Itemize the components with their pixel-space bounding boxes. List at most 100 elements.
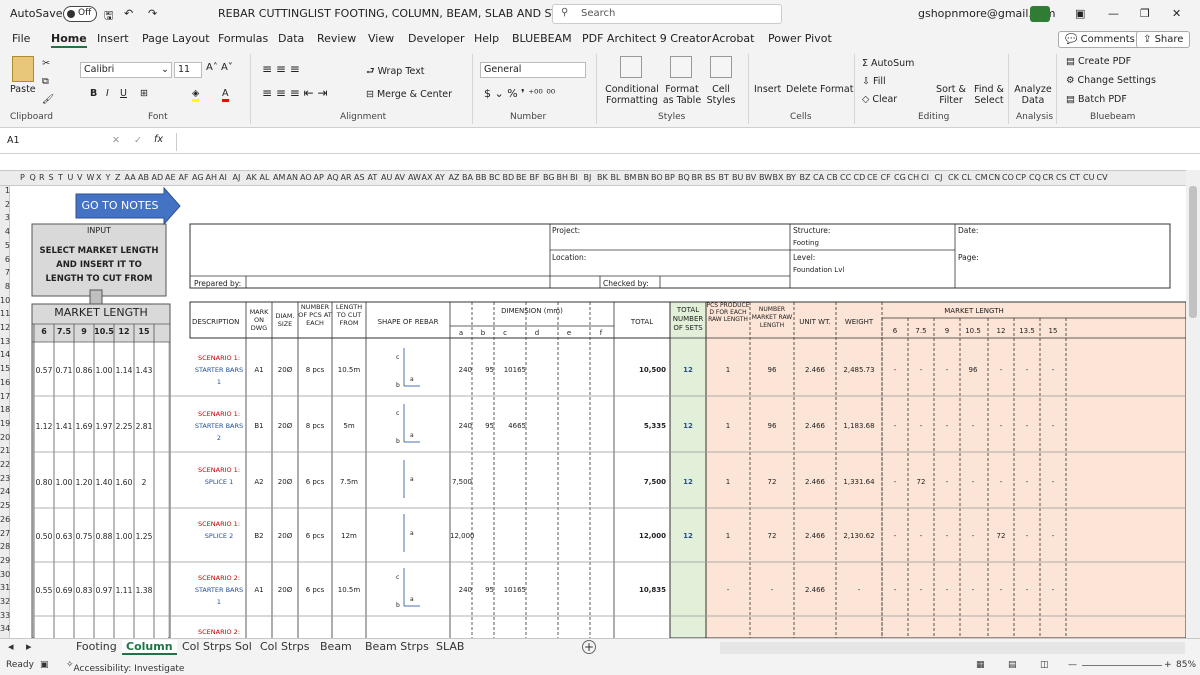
insert-cells-button[interactable]: Insert [754, 84, 781, 95]
sheet-tab-beam[interactable]: Beam [320, 640, 352, 653]
column-header[interactable]: AH [206, 173, 218, 182]
tab-home[interactable]: Home [51, 32, 87, 48]
column-header[interactable]: BQ [678, 173, 690, 182]
column-header[interactable]: CH [908, 173, 920, 182]
row-header[interactable]: 20 [0, 433, 10, 442]
row-header[interactable]: 25 [0, 501, 10, 510]
row-header[interactable]: 2 [0, 200, 10, 209]
column-header[interactable]: AS [354, 173, 365, 182]
column-header[interactable]: BZ [800, 173, 811, 182]
column-header[interactable]: CM [975, 173, 988, 182]
tab-help[interactable]: Help [474, 32, 499, 45]
column-header[interactable]: BY [786, 173, 796, 182]
ribbon-display-icon[interactable]: ▣ [1075, 7, 1085, 20]
column-header[interactable]: X [96, 173, 101, 182]
insert-function-button[interactable]: fx [154, 134, 163, 145]
format-table-button[interactable]: Format as Table [660, 84, 704, 106]
column-header[interactable]: BU [732, 173, 743, 182]
column-header[interactable]: AK [246, 173, 257, 182]
currency-percent-icons[interactable]: $ ⌄ % ❜ ⁺⁰⁰ ⁰⁰ [484, 87, 555, 100]
sheet-tab-col-strps-sol[interactable]: Col Strps Sol [182, 640, 252, 653]
minimize-icon[interactable]: — [1108, 7, 1119, 20]
zoom-in-icon[interactable]: + [1164, 660, 1172, 670]
column-header[interactable]: BC [489, 173, 500, 182]
copy-icon[interactable]: ⧉ [42, 76, 49, 87]
font-color-icon[interactable]: A [222, 88, 229, 102]
change-settings-button[interactable]: ⚙ Change Settings [1066, 75, 1156, 86]
column-header[interactable]: U [68, 173, 74, 182]
find-select-button[interactable]: Find & Select [972, 84, 1006, 106]
row-header[interactable]: 22 [0, 460, 10, 469]
column-header[interactable]: AT [368, 173, 378, 182]
sheet-tab-column[interactable]: Column [122, 640, 177, 655]
sheet-tab-footing[interactable]: Footing [76, 640, 117, 653]
column-header[interactable]: CJ [935, 173, 943, 182]
sheet-tab-slab[interactable]: SLAB [436, 640, 464, 653]
column-header[interactable]: AZ [449, 173, 460, 182]
column-header[interactable]: CV [1097, 173, 1108, 182]
cell-styles-button[interactable]: Cell Styles [704, 84, 738, 106]
column-header[interactable]: CG [894, 173, 906, 182]
fill-color-icon[interactable]: ◈ [192, 88, 200, 102]
sheet-tab-beam-strps[interactable]: Beam Strps [365, 640, 429, 653]
column-header[interactable]: CD [854, 173, 866, 182]
column-header[interactable]: Y [106, 173, 111, 182]
tab-review[interactable]: Review [317, 32, 356, 45]
column-header[interactable]: BT [719, 173, 729, 182]
column-header[interactable]: CB [827, 173, 838, 182]
column-header[interactable]: BG [543, 173, 555, 182]
tab-developer[interactable]: Developer [408, 32, 465, 45]
tab-page-layout[interactable]: Page Layout [142, 32, 210, 45]
column-header[interactable]: CC [840, 173, 851, 182]
batch-pdf-button[interactable]: ▤ Batch PDF [1066, 94, 1127, 105]
column-header[interactable]: Z [115, 173, 120, 182]
autosave-toggle[interactable]: Off [63, 6, 97, 22]
row-header[interactable]: 4 [0, 227, 10, 236]
analyze-data-button[interactable]: Analyze Data [1014, 84, 1052, 106]
paste-icon[interactable] [12, 56, 34, 82]
column-header[interactable]: BO [651, 173, 663, 182]
tab-pdf-architect[interactable]: PDF Architect 9 Creator [582, 32, 711, 45]
undo-icon[interactable]: ↶ [124, 7, 133, 20]
column-header[interactable]: BJ [584, 173, 592, 182]
cancel-icon[interactable]: ✕ [112, 135, 120, 146]
column-header[interactable]: CE [867, 173, 878, 182]
vertical-scrollbar[interactable] [1186, 170, 1200, 638]
column-header[interactable]: AI [219, 173, 227, 182]
tab-next-icon[interactable]: ▸ [26, 640, 32, 653]
horizontal-scrollbar[interactable] [720, 642, 1185, 654]
worksheet-grid[interactable]: GO TO NOTES INPUT SELECT MARKET LENGTH AND… [10, 186, 1186, 638]
column-header[interactable]: AU [381, 173, 392, 182]
scrollbar-thumb[interactable] [1189, 186, 1197, 318]
add-sheet-icon[interactable]: + [582, 640, 596, 654]
column-header[interactable]: CU [1083, 173, 1094, 182]
create-pdf-button[interactable]: ▤ Create PDF [1066, 56, 1131, 67]
column-header[interactable]: AN [287, 173, 298, 182]
row-header[interactable]: 12 [0, 323, 10, 332]
tab-insert[interactable]: Insert [97, 32, 129, 45]
column-header[interactable]: CL [962, 173, 972, 182]
page-layout-view-icon[interactable]: ▤ [1008, 660, 1017, 670]
comments-button[interactable]: 💬 Comments [1058, 31, 1142, 48]
column-header[interactable]: CS [1056, 173, 1067, 182]
column-header[interactable]: P [20, 173, 25, 182]
row-header[interactable]: 1 [0, 186, 10, 195]
column-header[interactable]: CP [1016, 173, 1026, 182]
column-header[interactable]: BM [624, 173, 636, 182]
column-header[interactable]: CR [1043, 173, 1054, 182]
font-size-select[interactable]: 11 [174, 62, 202, 78]
row-header[interactable]: 11 [0, 309, 10, 318]
row-header[interactable]: 19 [0, 419, 10, 428]
row-header[interactable]: 23 [0, 474, 10, 483]
autosum-button[interactable]: Σ AutoSum [862, 58, 914, 69]
align-top-icons[interactable]: ≡ ≡ ≡ [262, 62, 300, 76]
search-box[interactable]: ⚲ Search [552, 4, 782, 24]
font-name-select[interactable]: Calibri ⌄ [80, 62, 172, 78]
format-table-icon[interactable] [670, 56, 692, 78]
column-header[interactable]: AA [125, 173, 136, 182]
column-header[interactable]: CN [989, 173, 1001, 182]
column-header[interactable]: S [49, 173, 54, 182]
column-header[interactable]: BH [557, 173, 569, 182]
column-header[interactable]: CI [921, 173, 929, 182]
enter-icon[interactable]: ✓ [134, 135, 142, 146]
